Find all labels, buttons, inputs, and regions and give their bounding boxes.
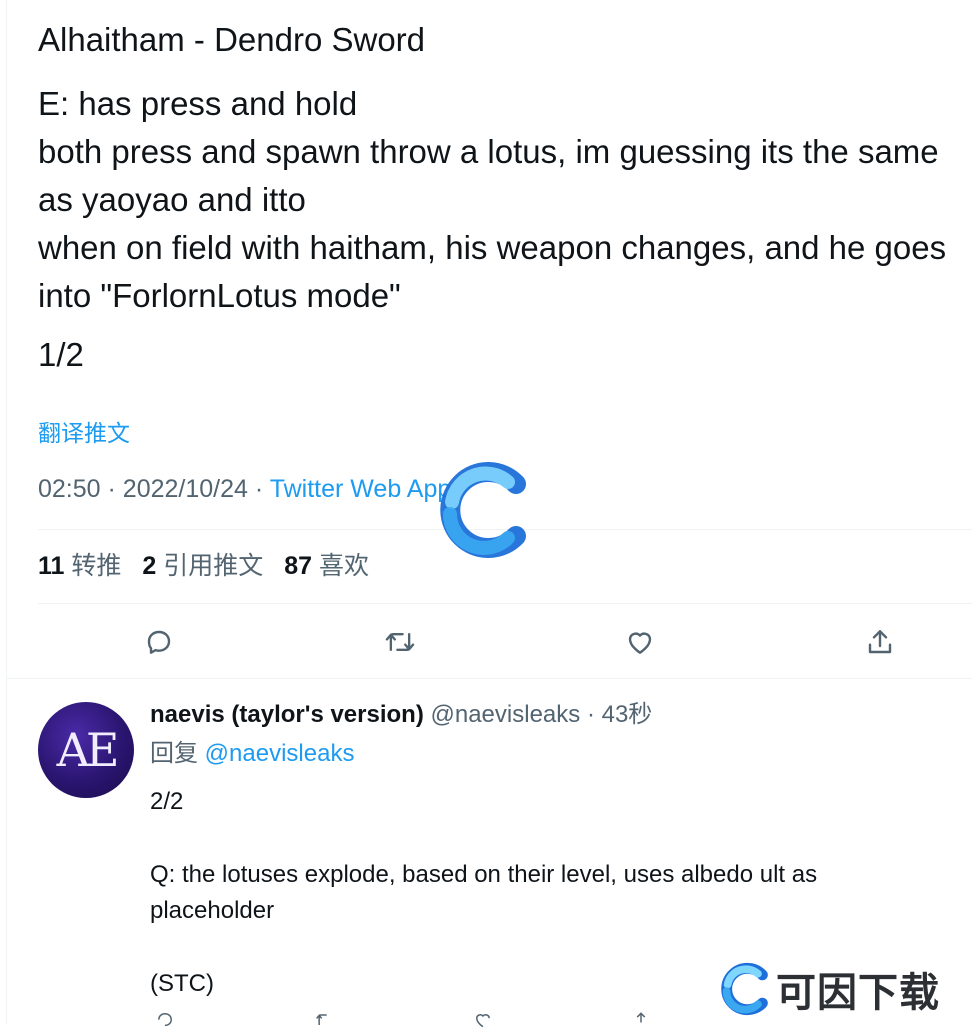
retweet-icon[interactable] (310, 1010, 340, 1030)
reply-line: Q: the lotuses explode, based on their l… (150, 861, 818, 924)
tweet-stats: 11 转推 2 引用推文 87 喜欢 (38, 548, 383, 584)
tweet-thread-index: 1/2 (38, 336, 84, 373)
like-icon (628, 632, 652, 654)
meta-separator: · (254, 475, 264, 503)
share-icon (868, 630, 892, 654)
like-icon[interactable] (468, 1010, 498, 1030)
divider (6, 678, 972, 679)
reply-line: 2/2 (150, 788, 184, 815)
tweet-title: Alhaitham - Dendro Sword (38, 21, 426, 58)
tweet-time[interactable]: 02:50 (38, 475, 101, 503)
replying-to-handle[interactable]: @naevisleaks (205, 740, 355, 767)
watermark-c-logo-icon (440, 462, 526, 558)
tweet-body: E: has press and hold both press and spa… (38, 80, 958, 320)
tweet-line: E: has press and hold (38, 85, 358, 122)
tweet-date[interactable]: 2022/10/24 (123, 475, 248, 503)
reply-icon[interactable] (150, 1010, 180, 1030)
reply-icon (147, 630, 171, 654)
timeline-border (6, 0, 7, 1024)
divider (38, 603, 972, 604)
reply-display-name[interactable]: naevis (taylor's version) (150, 701, 424, 728)
replying-to: 回复 @naevisleaks (150, 737, 354, 771)
tweet-line: both press and spawn throw a lotus, im g… (38, 133, 939, 218)
reply-handle[interactable]: @naevisleaks (431, 701, 581, 728)
like-button[interactable] (620, 622, 660, 662)
reply-header: naevis (taylor's version) @naevisleaks ·… (150, 698, 652, 732)
replying-label: 回复 (150, 740, 198, 767)
retweet-icon (385, 632, 415, 652)
likes-stat[interactable]: 87 喜欢 (284, 552, 383, 580)
watermark-brand: 可因下载 (720, 960, 940, 1018)
brand-logo-icon (721, 962, 768, 1016)
tweet-line: when on field with haitham, his weapon c… (38, 229, 947, 314)
quotes-stat[interactable]: 2 引用推文 (142, 552, 277, 580)
reply-button[interactable] (139, 622, 179, 662)
avatar[interactable]: AE (38, 702, 134, 798)
share-button[interactable] (860, 622, 900, 662)
tweet-metadata: 02:50 · 2022/10/24 · Twitter Web App (38, 472, 451, 506)
translate-tweet-link[interactable]: 翻译推文 (38, 418, 130, 448)
retweet-button[interactable] (380, 622, 420, 662)
reply-action-bar (150, 1010, 710, 1030)
brand-text: 可因下载 (776, 970, 940, 1016)
tweet-client[interactable]: Twitter Web App (270, 475, 452, 503)
tweet-action-bar (0, 622, 972, 662)
reply-time[interactable]: · 43秒 (587, 701, 652, 728)
retweets-stat[interactable]: 11 转推 (38, 552, 135, 580)
share-icon[interactable] (626, 1010, 656, 1030)
meta-separator: · (107, 475, 116, 503)
